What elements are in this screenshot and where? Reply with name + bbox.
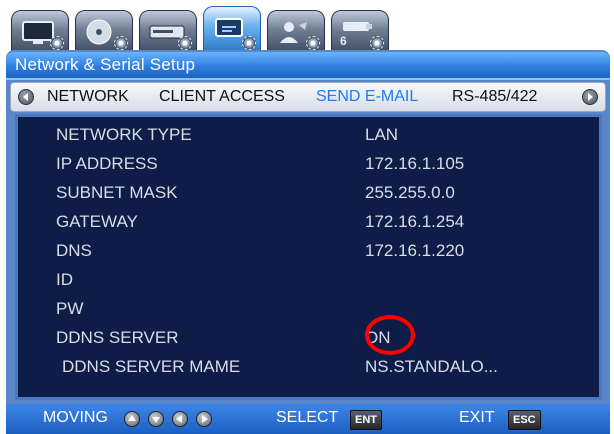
tab-disk[interactable] [75, 10, 133, 52]
tab-send-email[interactable]: SEND E-MAIL [316, 88, 418, 106]
setting-gateway[interactable]: GATEWAY 172.16.1.254 [18, 210, 599, 234]
setting-dns[interactable]: DNS 172.16.1.220 [18, 239, 599, 263]
tab-display[interactable] [11, 10, 69, 52]
arrow-down-icon [148, 411, 164, 427]
arrow-left-icon [172, 411, 188, 427]
setting-id[interactable]: ID [18, 268, 599, 292]
tab-number: 6 [340, 34, 347, 48]
setting-label: NETWORK TYPE [56, 125, 192, 144]
setting-ddns-server-name[interactable]: DDNS SERVER MAME NS.STANDALO... [18, 355, 599, 379]
tab-next-button[interactable] [582, 89, 598, 105]
tab-prev-button[interactable] [18, 89, 34, 105]
escape-key-icon: ESC [508, 410, 541, 430]
chevron-left-icon [23, 93, 28, 101]
tab-client-access[interactable]: CLIENT ACCESS [159, 88, 285, 106]
setting-value[interactable]: 172.16.1.105 [365, 154, 464, 174]
setting-label: IP ADDRESS [56, 154, 158, 173]
setting-label: DDNS SERVER MAME [62, 357, 241, 376]
arrow-up-icon [124, 411, 140, 427]
setting-value[interactable]: LAN [365, 125, 398, 145]
setting-label: GATEWAY [56, 212, 138, 231]
gear-icon [114, 36, 128, 50]
gear-icon [306, 36, 320, 50]
enter-key-icon: ENT [350, 410, 382, 430]
setting-value[interactable]: 172.16.1.220 [365, 241, 464, 261]
arrow-right-icon [196, 411, 212, 427]
setting-value[interactable]: 255.255.0.0 [365, 183, 455, 203]
tab-network-settings[interactable]: NETWORK [47, 88, 129, 106]
key-hint-bar: MOVING SELECT ENT EXIT ESC [6, 404, 610, 434]
chevron-right-icon [588, 93, 593, 101]
tab-users[interactable] [267, 10, 325, 52]
tab-rs485[interactable]: RS-485/422 [452, 88, 537, 106]
settings-list: NETWORK TYPE LAN IP ADDRESS 172.16.1.105… [15, 114, 602, 400]
subtab-bar: NETWORK CLIENT ACCESS SEND E-MAIL RS-485… [10, 82, 606, 112]
setting-label: DNS [56, 241, 92, 260]
exit-label: EXIT [459, 409, 495, 426]
gear-icon [242, 36, 256, 50]
setting-label: ID [56, 270, 73, 289]
gear-icon [178, 36, 192, 50]
gear-icon [50, 36, 64, 50]
setting-pw[interactable]: PW [18, 297, 599, 321]
settings-category-tabs: 6 [11, 6, 411, 52]
setting-ip-address[interactable]: IP ADDRESS 172.16.1.105 [18, 152, 599, 176]
tab-network[interactable] [203, 6, 261, 52]
moving-label: MOVING [43, 409, 108, 426]
setting-ddns-server[interactable]: DDNS SERVER ON [18, 326, 599, 350]
setting-value[interactable]: NS.STANDALO... [365, 357, 498, 377]
setting-value[interactable]: 172.16.1.254 [365, 212, 464, 232]
window-title: Network & Serial Setup [15, 55, 196, 74]
tab-recorder[interactable] [139, 10, 197, 52]
select-label: SELECT [276, 409, 339, 426]
setting-label: SUBNET MASK [56, 183, 178, 202]
window-titlebar: Network & Serial Setup [6, 52, 610, 80]
setting-label: DDNS SERVER [56, 328, 179, 347]
setting-network-type[interactable]: NETWORK TYPE LAN [18, 123, 599, 147]
annotation-circle [365, 315, 415, 355]
setting-label: PW [56, 299, 84, 318]
gear-icon [370, 36, 384, 50]
setting-subnet-mask[interactable]: SUBNET MASK 255.255.0.0 [18, 181, 599, 205]
tab-camera[interactable]: 6 [331, 10, 389, 52]
